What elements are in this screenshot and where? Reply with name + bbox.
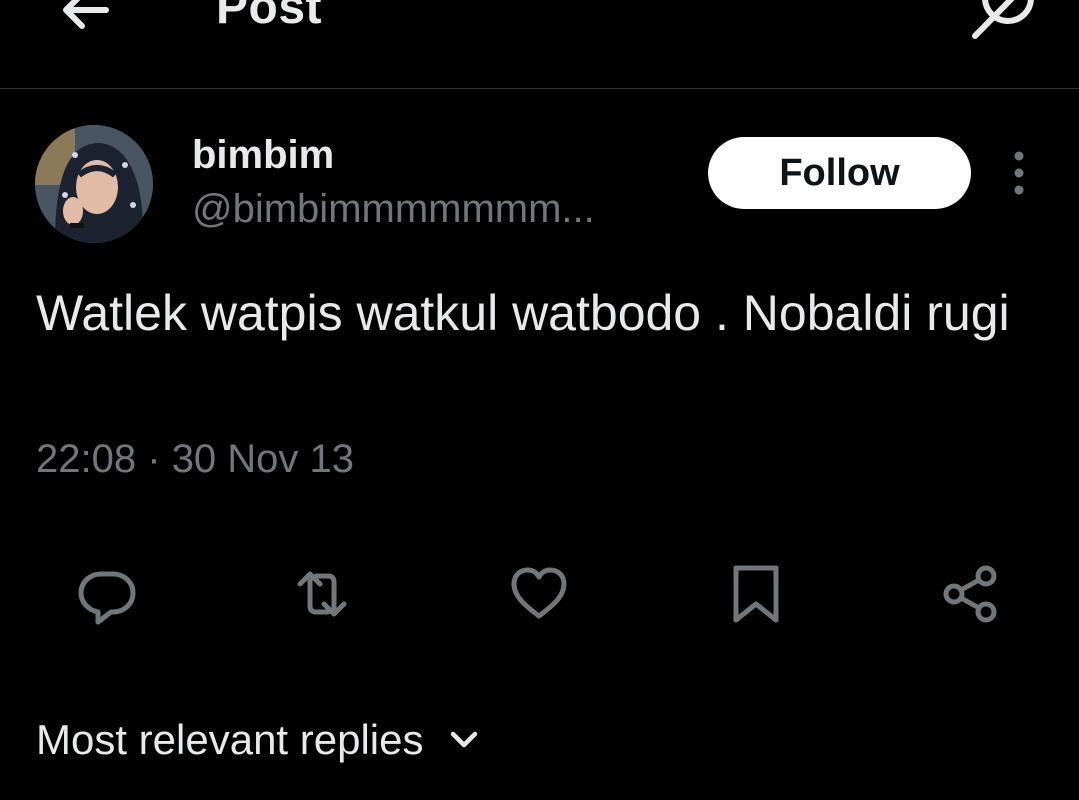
like-icon[interactable] — [507, 562, 571, 626]
timestamp-separator: · — [147, 437, 161, 481]
post-timestamp: 22:08 · 30 Nov 13 — [36, 434, 354, 484]
post-date: 30 Nov 13 — [171, 437, 355, 481]
share-icon[interactable] — [938, 562, 1002, 626]
bookmark-icon[interactable] — [724, 562, 788, 626]
replies-sort-dropdown[interactable]: Most relevant replies — [36, 714, 482, 766]
replies-sort-label: Most relevant replies — [36, 716, 424, 763]
chevron-down-icon — [450, 731, 477, 748]
repost-icon[interactable] — [290, 562, 354, 626]
reply-icon[interactable] — [75, 562, 139, 626]
avatar[interactable] — [35, 125, 153, 243]
post-time: 22:08 — [36, 437, 137, 481]
page-title: Post — [216, 0, 323, 34]
top-bar: Post — [0, 0, 1079, 89]
post-text: Watlek watpis watkul watbodo . Nobaldi r… — [36, 285, 1010, 341]
more-options-icon[interactable] — [1004, 150, 1034, 196]
author-handle[interactable]: @bimbimmmmmmm... — [192, 186, 595, 232]
grok-icon[interactable] — [970, 0, 1040, 40]
author-name[interactable]: bimbim — [192, 132, 334, 178]
back-arrow-icon[interactable] — [56, 0, 116, 32]
follow-button[interactable]: Follow — [708, 137, 971, 209]
